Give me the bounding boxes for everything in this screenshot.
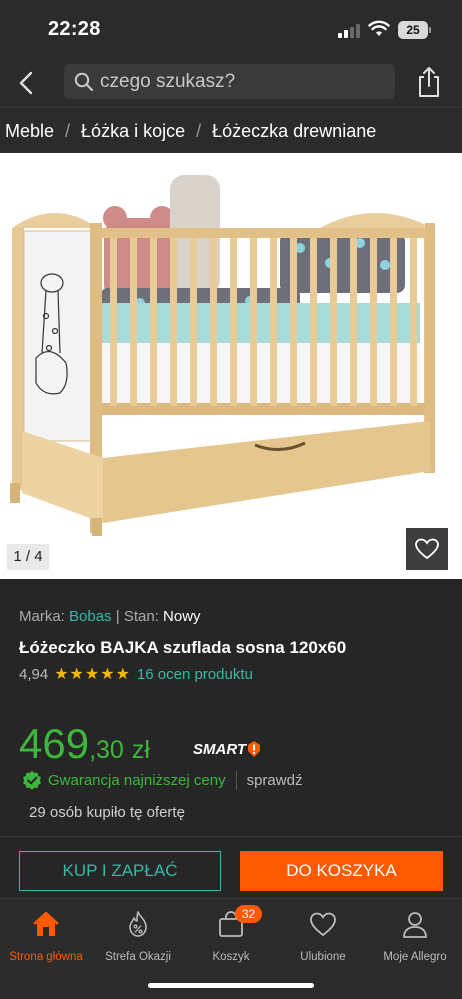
price-integer: 469 bbox=[19, 720, 90, 767]
check-link[interactable]: sprawdź bbox=[247, 772, 303, 789]
battery-tip bbox=[429, 27, 431, 33]
crib-slat bbox=[390, 238, 397, 406]
breadcrumb-item-meble[interactable]: Meble bbox=[5, 121, 54, 142]
back-button[interactable] bbox=[12, 68, 42, 98]
crib-slat bbox=[350, 238, 357, 406]
reviews-link[interactable]: 16 ocen produktu bbox=[137, 666, 253, 683]
crib-slat bbox=[110, 238, 117, 406]
tab-label: Koszyk bbox=[212, 951, 250, 963]
wifi-icon bbox=[368, 20, 390, 36]
add-to-cart-button[interactable]: DO KOSZYKA bbox=[240, 851, 443, 891]
home-icon bbox=[33, 911, 59, 936]
product-image[interactable] bbox=[0, 153, 462, 579]
product-title: Łóżeczko BAJKA szuflada sosna 120x60 bbox=[19, 638, 347, 657]
tab-label: Ulubione bbox=[300, 951, 346, 963]
user-icon bbox=[403, 912, 427, 938]
crib-slat bbox=[270, 238, 277, 406]
status-time: 22:28 bbox=[48, 18, 101, 40]
tab-deals[interactable]: Strefa Okazji bbox=[92, 907, 184, 967]
share-icon bbox=[419, 67, 439, 97]
product-meta: Marka: Bobas | Stan: Nowy bbox=[19, 608, 201, 625]
tab-home[interactable]: Strona główna bbox=[0, 907, 92, 967]
guarantee-text: Gwarancja najniższej ceny bbox=[48, 771, 226, 789]
crib-slat bbox=[250, 238, 257, 406]
search-icon bbox=[74, 72, 94, 92]
brand-label: Marka: bbox=[19, 608, 65, 625]
favorite-button[interactable] bbox=[406, 528, 448, 570]
breadcrumb-separator: / bbox=[196, 120, 202, 141]
smart-icon bbox=[248, 741, 261, 757]
crib-slat bbox=[130, 238, 137, 406]
price-fraction: ,30 bbox=[89, 736, 124, 764]
tab-my-allegro[interactable]: Moje Allegro bbox=[369, 907, 461, 967]
crib-slat bbox=[230, 238, 237, 406]
condition-label: Stan: bbox=[123, 608, 159, 625]
meta-separator: | bbox=[115, 608, 120, 625]
buy-now-button[interactable]: KUP I ZAPŁAĆ bbox=[19, 851, 221, 891]
tab-label: Moje Allegro bbox=[383, 951, 447, 963]
battery-indicator: 25 bbox=[398, 21, 428, 39]
guarantee-row: Gwarancja najniższej ceny sprawdź bbox=[22, 770, 302, 790]
crib-slat bbox=[310, 238, 317, 406]
brand-link[interactable]: Bobas bbox=[69, 608, 112, 625]
rating-stars-icon: ★★★★★ bbox=[54, 666, 131, 683]
crib-slat bbox=[290, 238, 297, 406]
deals-icon bbox=[129, 911, 147, 937]
tab-bar: Strona główna Strefa Okazji 32 Koszyk Ul… bbox=[0, 898, 462, 999]
crib-slat bbox=[210, 238, 217, 406]
share-button[interactable] bbox=[414, 65, 444, 99]
heart-icon bbox=[310, 912, 336, 937]
product-gallery[interactable]: 1 / 4 bbox=[0, 153, 462, 579]
product-info: Marka: Bobas | Stan: Nowy Łóżeczko BAJKA… bbox=[0, 579, 462, 835]
rating-value: 4,94 bbox=[19, 665, 49, 683]
search-box[interactable] bbox=[64, 64, 395, 99]
crib-slat bbox=[330, 238, 337, 406]
price-currency: zł bbox=[131, 736, 150, 764]
crib-slat bbox=[170, 238, 177, 406]
cart-badge: 32 bbox=[235, 905, 262, 923]
price: 469 ,30 zł bbox=[19, 720, 150, 768]
home-indicator bbox=[148, 983, 314, 988]
action-bar: KUP I ZAPŁAĆ DO KOSZYKA bbox=[0, 836, 462, 898]
condition-value: Nowy bbox=[163, 608, 201, 625]
guarantee-check-icon bbox=[23, 771, 41, 790]
tab-favorites[interactable]: Ulubione bbox=[277, 907, 369, 967]
breadcrumb: Meble / Łóżka i kojce / Łóżeczka drewnia… bbox=[0, 109, 462, 153]
heart-icon bbox=[415, 538, 439, 560]
crib-slat bbox=[150, 238, 157, 406]
crib-slat bbox=[370, 238, 377, 406]
buyers-count: 29 osób kupiło tę ofertę bbox=[29, 804, 185, 821]
breadcrumb-item-lozka[interactable]: Łóżka i kojce bbox=[81, 121, 185, 142]
search-input[interactable] bbox=[100, 64, 390, 99]
smart-badge[interactable]: SMART bbox=[193, 740, 261, 758]
breadcrumb-separator: / bbox=[65, 120, 71, 141]
status-bar: 22:28 25 bbox=[0, 0, 462, 60]
signal-icon bbox=[338, 22, 362, 38]
top-nav bbox=[0, 60, 462, 108]
crib-slat bbox=[410, 238, 417, 406]
chevron-left-icon bbox=[19, 71, 33, 95]
tab-label: Strefa Okazji bbox=[105, 951, 171, 963]
breadcrumb-item-lozeczka[interactable]: Łóżeczka drewniane bbox=[212, 121, 376, 142]
crib-slat bbox=[190, 238, 197, 406]
rating-row[interactable]: 4,94 ★★★★★ 16 ocen produktu bbox=[19, 664, 253, 684]
gallery-counter: 1 / 4 bbox=[7, 544, 49, 570]
tab-label: Strona główna bbox=[9, 951, 83, 963]
smart-label: SMART bbox=[193, 740, 247, 758]
divider bbox=[235, 770, 237, 790]
tab-cart[interactable]: 32 Koszyk bbox=[185, 905, 277, 967]
